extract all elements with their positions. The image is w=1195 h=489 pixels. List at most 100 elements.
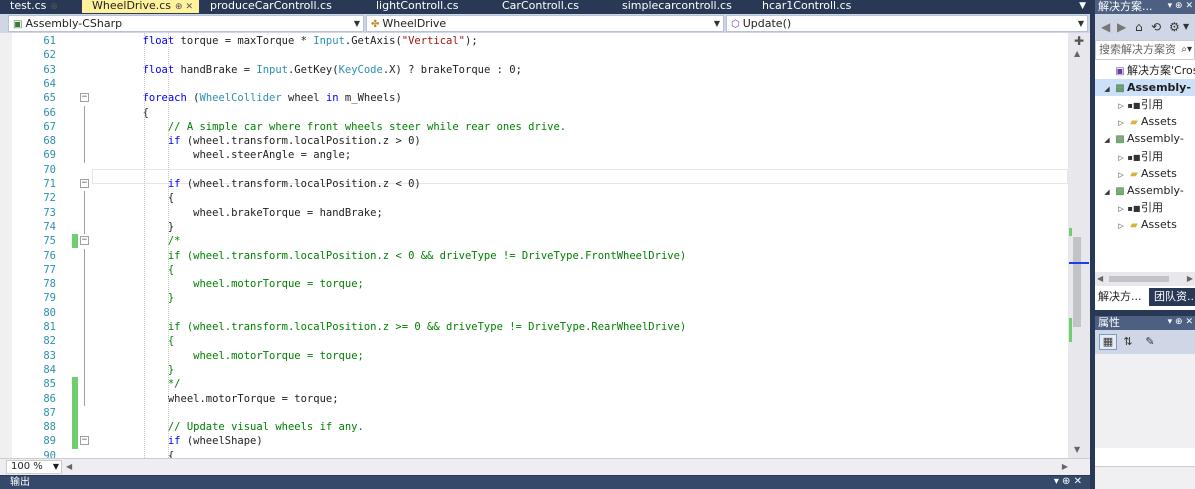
settings-icon[interactable]: ⚙ (1169, 20, 1180, 34)
code-line[interactable]: { (92, 263, 174, 277)
member-combo[interactable]: ⬡ Update() ▼ (726, 15, 1088, 32)
categorized-icon[interactable]: ▦ (1099, 334, 1117, 350)
code-line[interactable]: wheel.brakeTorque = handBrake; (92, 206, 383, 220)
sync-icon[interactable]: ⟲ (1151, 20, 1161, 34)
tab-test-cs[interactable]: test.cs ⊕ (0, 0, 82, 13)
properties-title-bar[interactable]: 属性 ▾ ⊕ ✕ (1095, 316, 1195, 330)
code-line[interactable]: { (92, 106, 149, 120)
alphabetical-icon[interactable]: ⇅ (1119, 334, 1137, 350)
tree-node[interactable]: ◢ ▩ Assembly- (1095, 182, 1195, 199)
code-line[interactable]: float torque = maxTorque * Input.GetAxis… (92, 34, 478, 48)
code-line[interactable]: { (92, 191, 174, 205)
scrollbar-thumb[interactable] (1073, 237, 1081, 327)
code-line[interactable]: wheel.motorTorque = torque; (92, 349, 364, 363)
tab-lightcontroll-cs[interactable]: lightControll.cs (366, 0, 492, 13)
scroll-left-icon[interactable]: ◀ (1097, 272, 1103, 286)
code-line[interactable]: if (wheel.transform.localPosition.z < 0) (92, 177, 421, 191)
pin-icon[interactable]: ▾ ⊕ ✕ (1054, 476, 1082, 488)
tree-node[interactable]: ▷ ▰ Assets (1095, 216, 1195, 233)
split-window-icon[interactable]: ✚ (1072, 35, 1086, 47)
code-line[interactable]: if (wheelShape) (92, 434, 263, 448)
solution-explorer-title-bar[interactable]: 解决方案... ▾ ⊕ ✕ (1095, 0, 1195, 14)
collapse-icon[interactable]: − (80, 93, 89, 103)
tab-carcontroll-cs[interactable]: CarControll.cs (492, 0, 612, 13)
tree-node[interactable]: ◢ ▩ Assembly- (1095, 79, 1195, 97)
tree-node[interactable]: ▷ ▰ Assets (1095, 165, 1195, 182)
code-line[interactable]: foreach (WheelCollider wheel in m_Wheels… (92, 91, 402, 105)
navigation-bar: ▣ Assembly-CSharp ▼ ✤ WheelDrive ▼ ⬡ Update… (0, 14, 1090, 33)
tree-node[interactable]: ▷ ▪■引用 (1095, 96, 1195, 113)
code-line[interactable]: } (92, 363, 174, 377)
code-line[interactable]: } (92, 220, 174, 234)
caret-position-marker (1069, 262, 1089, 264)
code-text[interactable]: float torque = maxTorque * Input.GetAxis… (92, 33, 1068, 458)
code-token: in (325, 92, 339, 105)
tab-solution-explorer[interactable]: 解决方... (1095, 288, 1149, 306)
scrollbar-thumb[interactable] (1109, 276, 1169, 282)
tab-dropdown-icon[interactable]: ▼ (1079, 0, 1086, 12)
chevron-down-icon[interactable]: ▼ (1183, 20, 1189, 34)
scroll-down-icon[interactable]: ▼ (1074, 445, 1080, 454)
selection-margin[interactable] (0, 33, 12, 458)
tab-simplecarcontroll-cs[interactable]: simplecarcontroll.cs (612, 0, 752, 13)
scroll-left-icon[interactable]: ◀ (66, 460, 72, 474)
indent-guide (144, 33, 145, 458)
code-line[interactable]: wheel.motorTorque = torque; (92, 392, 339, 406)
tree-node[interactable]: ▷ ▪■引用 (1095, 199, 1195, 216)
code-line[interactable]: { (92, 334, 174, 348)
panel-controls-icon[interactable]: ▾ ⊕ ✕ (1168, 316, 1193, 329)
tab-team-explorer[interactable]: 团队资... (1151, 288, 1195, 306)
code-line[interactable]: float handBrake = Input.GetKey(KeyCode.X… (92, 63, 522, 77)
code-line[interactable]: if (wheel.transform.localPosition.z > 0) (92, 134, 421, 148)
code-line[interactable]: wheel.steerAngle = angle; (92, 148, 351, 162)
zoom-level-combo[interactable]: 100 % ▼ (6, 460, 62, 474)
back-icon[interactable]: ◀ (1101, 20, 1110, 34)
code-line[interactable]: } (92, 291, 174, 305)
home-icon[interactable]: ⌂ (1135, 20, 1143, 34)
scroll-right-icon[interactable]: ▶ (1187, 272, 1193, 286)
forward-icon[interactable]: ▶ (1117, 20, 1126, 34)
code-token: wheel.motorTorque = torque; (193, 278, 364, 291)
expander-icon[interactable]: ▷ (1115, 218, 1127, 235)
properties-description (1095, 466, 1195, 489)
property-pages-icon[interactable]: ✎ (1141, 334, 1159, 350)
code-line[interactable]: // A simple car where front wheels steer… (92, 120, 566, 134)
scroll-right-icon[interactable]: ▶ (1062, 460, 1068, 474)
references-icon: ▪■ (1127, 152, 1141, 162)
code-token: wheel.motorTorque = torque; (193, 349, 364, 362)
panel-controls-icon[interactable]: ▾ ⊕ ✕ (1168, 0, 1193, 13)
output-panel-header[interactable]: 输出 ▾ ⊕ ✕ (0, 476, 1090, 489)
line-number: 61 (43, 35, 56, 47)
code-line[interactable]: { (92, 449, 174, 458)
project-combo[interactable]: ▣ Assembly-CSharp ▼ (8, 15, 364, 32)
tab-hcar1controll-cs[interactable]: hcar1Controll.cs (752, 0, 882, 13)
tree-node[interactable]: ◢ ▩ Assembly- (1095, 130, 1195, 147)
vertical-scrollbar[interactable]: ✚ ▲ ▼ (1068, 33, 1090, 458)
tree-node[interactable]: ▷ ▰ Assets (1095, 113, 1195, 130)
collapse-icon[interactable]: − (80, 236, 89, 246)
collapse-icon[interactable]: − (80, 436, 89, 446)
line-number: 84 (43, 363, 56, 376)
tree-node[interactable]: ▷ ▪■引用 (1095, 148, 1195, 165)
solution-search-input[interactable]: 搜索解决方案资 ⌕▾ (1095, 40, 1195, 60)
code-line[interactable]: if (wheel.transform.localPosition.z < 0 … (92, 249, 686, 263)
code-line[interactable]: wheel.motorTorque = torque; (92, 277, 364, 291)
tab-wheeldrive-cs[interactable]: WheelDrive.cs ⊕ ✕ (82, 0, 199, 13)
tree-node[interactable]: ▣解决方案'Cross (1095, 62, 1195, 79)
code-line[interactable]: if (wheel.transform.localPosition.z >= 0… (92, 320, 686, 334)
tab-producecarcontroll-cs[interactable]: produceCarControll.cs (200, 0, 366, 13)
solution-horizontal-scrollbar[interactable]: ◀ ▶ (1095, 272, 1195, 286)
horizontal-scrollbar[interactable]: ◀ ▶ (64, 460, 1070, 474)
scroll-up-icon[interactable]: ▲ (1074, 49, 1080, 58)
search-icon[interactable]: ⌕▾ (1181, 41, 1192, 59)
line-number: 85 (43, 378, 56, 391)
code-view[interactable]: 61 62 63 64 65 66 67 68 69 70 71 72 73 74 75 76 77 78 79 80… (0, 33, 1090, 458)
class-combo[interactable]: ✤ WheelDrive ▼ (366, 15, 724, 32)
code-token: handBrake = (174, 63, 257, 76)
pin-icon[interactable]: ⊕ (50, 2, 58, 12)
pin-close-icon[interactable]: ⊕ ✕ (175, 2, 193, 12)
collapse-icon[interactable]: − (80, 179, 89, 188)
code-line[interactable]: // Update visual wheels if any. (92, 420, 364, 434)
